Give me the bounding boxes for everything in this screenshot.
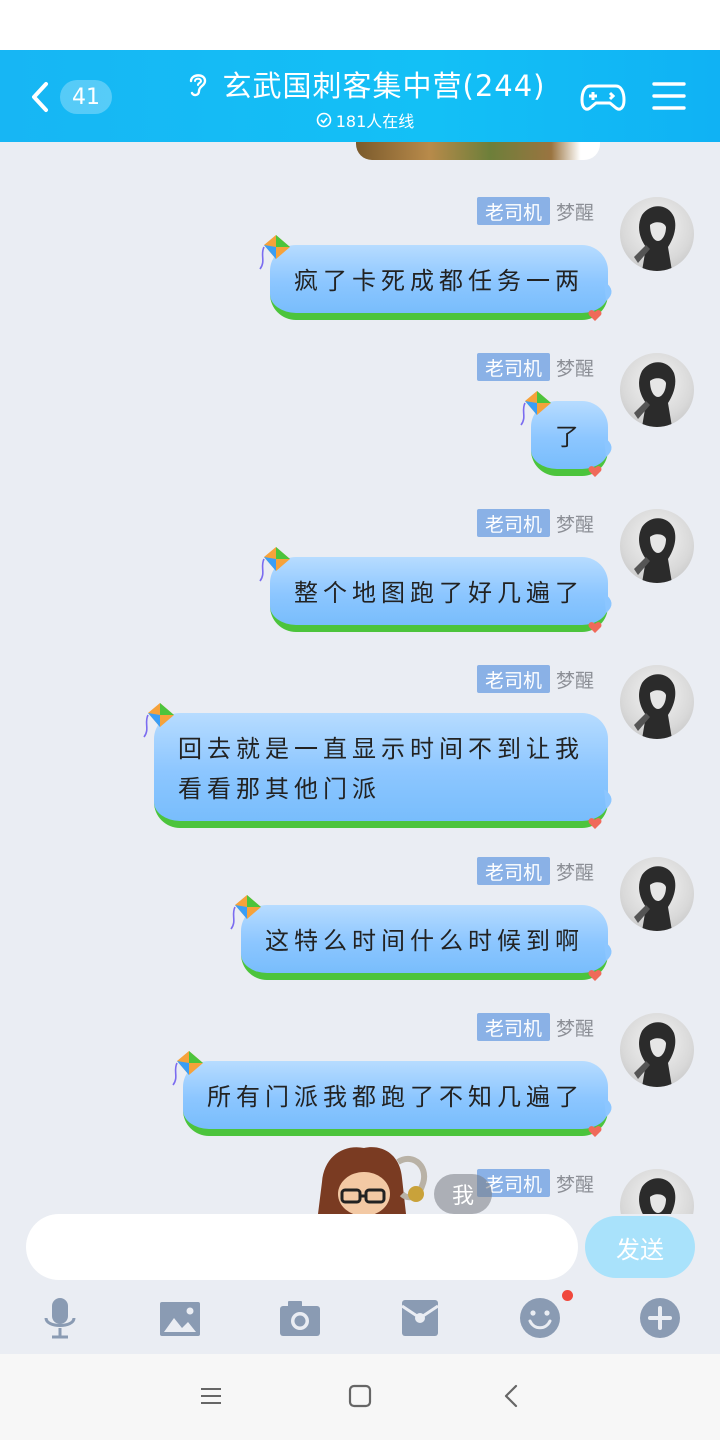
bubble-tail — [604, 593, 612, 613]
sender-name: 梦醒 — [555, 513, 594, 536]
send-button[interactable]: 发送 — [585, 1216, 695, 1278]
heart-icon — [588, 1126, 602, 1137]
title-area[interactable]: 玄武国刺客集中营(244) 181人在线 — [170, 62, 560, 132]
avatar[interactable] — [620, 509, 694, 583]
message-bubble[interactable]: 整个地图跑了好几遍了 — [259, 547, 612, 633]
message-text: 这特么时间什么时候到啊 — [265, 927, 584, 955]
camera-icon — [280, 1301, 320, 1336]
kite-icon — [520, 391, 551, 426]
square-icon — [348, 1384, 372, 1408]
sender-name: 梦醒 — [555, 357, 594, 380]
mic-button[interactable] — [38, 1296, 82, 1340]
bubble-tail — [604, 789, 612, 809]
notification-dot — [562, 1290, 573, 1301]
bubble-tail — [604, 1097, 612, 1117]
nav-home-button[interactable] — [344, 1380, 376, 1412]
status-bar — [0, 0, 720, 50]
bubble-tail — [604, 281, 612, 301]
avatar[interactable] — [620, 665, 694, 739]
online-status-icon — [316, 112, 332, 128]
message-bubble[interactable]: 回去就是一直显示时间不到让我 看看那其他门派 — [143, 703, 612, 829]
message-bubble[interactable]: 这特么时间什么时候到啊 — [230, 895, 612, 981]
heart-icon — [588, 310, 602, 321]
online-count: 181人在线 — [335, 112, 415, 131]
emoji-icon — [520, 1298, 560, 1338]
red-packet-button[interactable] — [398, 1296, 442, 1340]
heart-icon — [588, 622, 602, 633]
camera-button[interactable] — [278, 1296, 322, 1340]
plus-button[interactable] — [638, 1296, 682, 1340]
ear-icon — [189, 74, 206, 97]
chevron-left-icon — [32, 82, 48, 112]
kite-icon — [230, 895, 261, 930]
back-button[interactable]: 41 — [24, 74, 124, 120]
title-tag: 老司机 — [476, 857, 550, 885]
shared-image[interactable] — [356, 142, 600, 160]
title-tag: 老司机 — [476, 353, 550, 381]
avatar[interactable] — [620, 1013, 694, 1087]
title-tag: 老司机 — [476, 509, 550, 537]
bubble-tail — [604, 437, 612, 457]
chat-header: 41 玄武国刺客集中营(244) 181人在线 — [0, 50, 720, 142]
message-text: 看看那其他门派 — [178, 775, 381, 803]
me-badge: 我 — [434, 1174, 492, 1214]
message-text: 整个地图跑了好几遍了 — [294, 579, 584, 607]
red-packet-icon — [401, 1300, 439, 1336]
image-icon — [160, 1302, 200, 1336]
kite-icon — [143, 703, 174, 738]
sender-name: 梦醒 — [555, 201, 594, 224]
emoji-button[interactable] — [518, 1296, 562, 1340]
message-input[interactable] — [26, 1214, 578, 1280]
bubble-tail — [604, 941, 612, 961]
heart-icon — [588, 466, 602, 477]
nav-menu-button[interactable] — [195, 1380, 227, 1412]
title-tag: 老司机 — [476, 1013, 550, 1041]
kite-icon — [172, 1051, 203, 1086]
message-list[interactable]: 老司机 梦醒 疯了卡死成都任务一两 老司机 梦醒 了 老司机 梦醒 整个地图跑了… — [0, 142, 720, 1214]
input-bar: 发送 — [0, 1214, 720, 1354]
kite-icon — [259, 235, 290, 270]
system-nav-bar — [0, 1354, 720, 1440]
group-title: 玄武国刺客集中营(244) — [222, 69, 546, 103]
sender-name: 梦醒 — [555, 1173, 594, 1196]
avatar[interactable] — [620, 197, 694, 271]
hamburger-icon — [201, 1388, 221, 1404]
heart-icon — [588, 970, 602, 981]
message-bubble[interactable]: 了 — [520, 391, 612, 477]
image-button[interactable] — [158, 1296, 202, 1340]
sender-name: 梦醒 — [555, 861, 594, 884]
menu-icon[interactable] — [652, 78, 686, 114]
message-text: 所有门派我都跑了不知几遍了 — [207, 1083, 584, 1111]
unread-count-badge: 41 — [60, 80, 112, 114]
message-text: 疯了卡死成都任务一两 — [294, 267, 584, 295]
message-bubble[interactable]: 疯了卡死成都任务一两 — [259, 235, 612, 321]
kite-icon — [259, 547, 290, 582]
gamepad-icon[interactable] — [580, 76, 626, 116]
title-tag: 老司机 — [476, 197, 550, 225]
avatar[interactable] — [620, 1169, 694, 1214]
sender-name: 梦醒 — [555, 1017, 594, 1040]
plus-icon — [640, 1298, 680, 1338]
avatar[interactable] — [620, 857, 694, 931]
message-text: 回去就是一直显示时间不到让我 — [178, 735, 584, 763]
chevron-left-icon — [504, 1384, 518, 1408]
mic-icon — [44, 1298, 76, 1339]
sender-name: 梦醒 — [555, 669, 594, 692]
my-avatar-peek[interactable] — [318, 1142, 438, 1214]
heart-icon — [588, 818, 602, 829]
title-tag: 老司机 — [476, 665, 550, 693]
avatar[interactable] — [620, 353, 694, 427]
message-text: 了 — [555, 423, 584, 451]
message-bubble[interactable]: 所有门派我都跑了不知几遍了 — [172, 1051, 612, 1137]
nav-back-button[interactable] — [496, 1380, 528, 1412]
